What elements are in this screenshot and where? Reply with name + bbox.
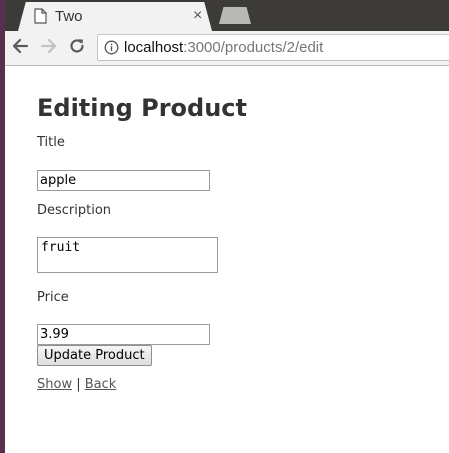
description-textarea[interactable]: fruit	[37, 237, 218, 273]
description-label: Description	[37, 203, 112, 218]
tab-two[interactable]: Two ×	[18, 2, 212, 31]
url-path: :3000/products/2/edit	[183, 39, 324, 56]
show-link[interactable]: Show	[37, 377, 72, 392]
new-tab-button[interactable]	[219, 7, 251, 24]
reload-button[interactable]	[66, 37, 88, 59]
arrow-left-icon	[11, 37, 29, 60]
page-links: Show | Back	[37, 377, 116, 392]
browser-toolbar: localhost:3000/products/2/edit	[0, 31, 449, 66]
close-icon[interactable]: ×	[193, 7, 202, 25]
arrow-right-icon	[40, 37, 58, 60]
url-text: localhost:3000/products/2/edit	[124, 39, 323, 56]
tab-title: Two	[55, 8, 83, 25]
price-label: Price	[37, 290, 69, 305]
page-title: Editing Product	[37, 94, 247, 122]
back-link[interactable]: Back	[85, 377, 117, 392]
forward-button[interactable]	[38, 37, 60, 59]
title-input[interactable]	[37, 170, 210, 191]
url-host: localhost	[124, 39, 184, 56]
info-icon[interactable]	[104, 40, 119, 60]
price-input[interactable]	[37, 324, 210, 345]
reload-icon	[68, 37, 86, 60]
link-separator: |	[76, 377, 81, 392]
tab-strip: Two ×	[0, 0, 449, 31]
address-bar[interactable]: localhost:3000/products/2/edit	[97, 34, 449, 61]
title-label: Title	[37, 135, 65, 150]
window-edge	[0, 0, 5, 453]
update-product-button[interactable]: Update Product	[37, 345, 152, 366]
back-button[interactable]	[9, 37, 31, 59]
page-icon	[34, 8, 47, 29]
